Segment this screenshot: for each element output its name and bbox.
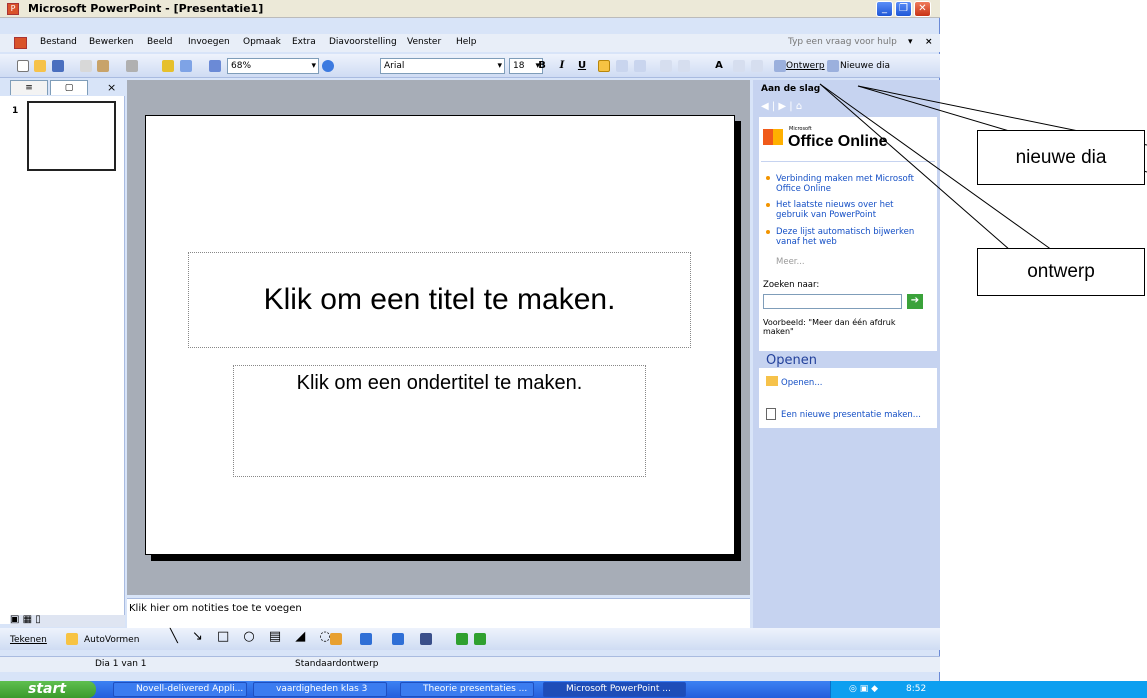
- callout-nieuwe-dia-text: nieuwe dia: [1015, 146, 1107, 168]
- callout-lines: [819, 83, 1147, 251]
- callout-ontwerp-text: ontwerp: [1027, 261, 1095, 282]
- callout-ontwerp: ontwerp: [977, 248, 1145, 296]
- callout-nieuwe-dia: nieuwe dia: [977, 130, 1145, 185]
